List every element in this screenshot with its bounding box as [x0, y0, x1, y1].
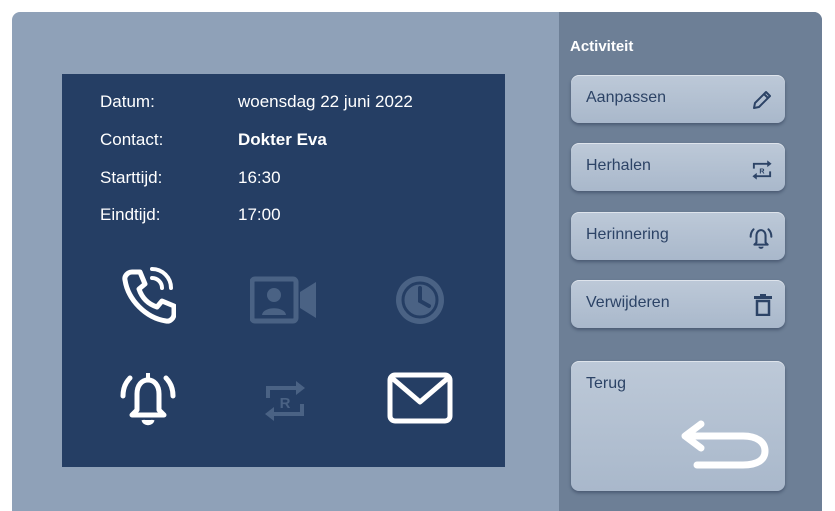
start-time-label: Starttijd:	[100, 168, 163, 187]
reminder-button[interactable]: Herinnering	[571, 212, 785, 260]
start-time-value: 16:30	[238, 168, 281, 187]
activity-details-screen: Datum: woensdag 22 juni 2022 Contact: Do…	[62, 74, 505, 467]
clock-icon[interactable]	[394, 274, 446, 331]
date-value: woensdag 22 juni 2022	[238, 92, 413, 111]
delete-button-label: Verwijderen	[586, 294, 670, 311]
end-time-label: Eindtijd:	[100, 205, 161, 224]
repeat-button[interactable]: Herhalen R	[571, 143, 785, 191]
alarm-bell-icon	[749, 226, 773, 255]
contact-value: Dokter Eva	[238, 130, 327, 149]
repeat-icon: R	[751, 159, 773, 186]
delete-button[interactable]: Verwijderen	[571, 280, 785, 328]
mail-icon[interactable]	[387, 372, 453, 429]
repeat-icon[interactable]: R	[262, 378, 308, 429]
svg-text:R: R	[280, 395, 291, 412]
trash-icon	[753, 294, 773, 321]
date-label: Datum:	[100, 92, 155, 111]
panel-title: Activiteit	[570, 38, 634, 55]
back-button[interactable]: Terug	[571, 361, 785, 491]
phone-call-icon[interactable]	[120, 266, 177, 331]
end-time-value: 17:00	[238, 205, 281, 224]
pencil-icon	[751, 89, 773, 116]
contact-label: Contact:	[100, 130, 164, 149]
reminder-button-label: Herinnering	[586, 226, 669, 243]
return-arrow-icon	[675, 414, 771, 477]
video-call-icon[interactable]	[249, 276, 320, 329]
svg-text:R: R	[759, 167, 765, 175]
edit-button-label: Aanpassen	[586, 89, 667, 106]
alarm-bell-icon[interactable]	[120, 370, 176, 433]
back-button-label: Terug	[586, 375, 627, 392]
repeat-button-label: Herhalen	[586, 157, 651, 174]
edit-button[interactable]: Aanpassen	[571, 75, 785, 123]
